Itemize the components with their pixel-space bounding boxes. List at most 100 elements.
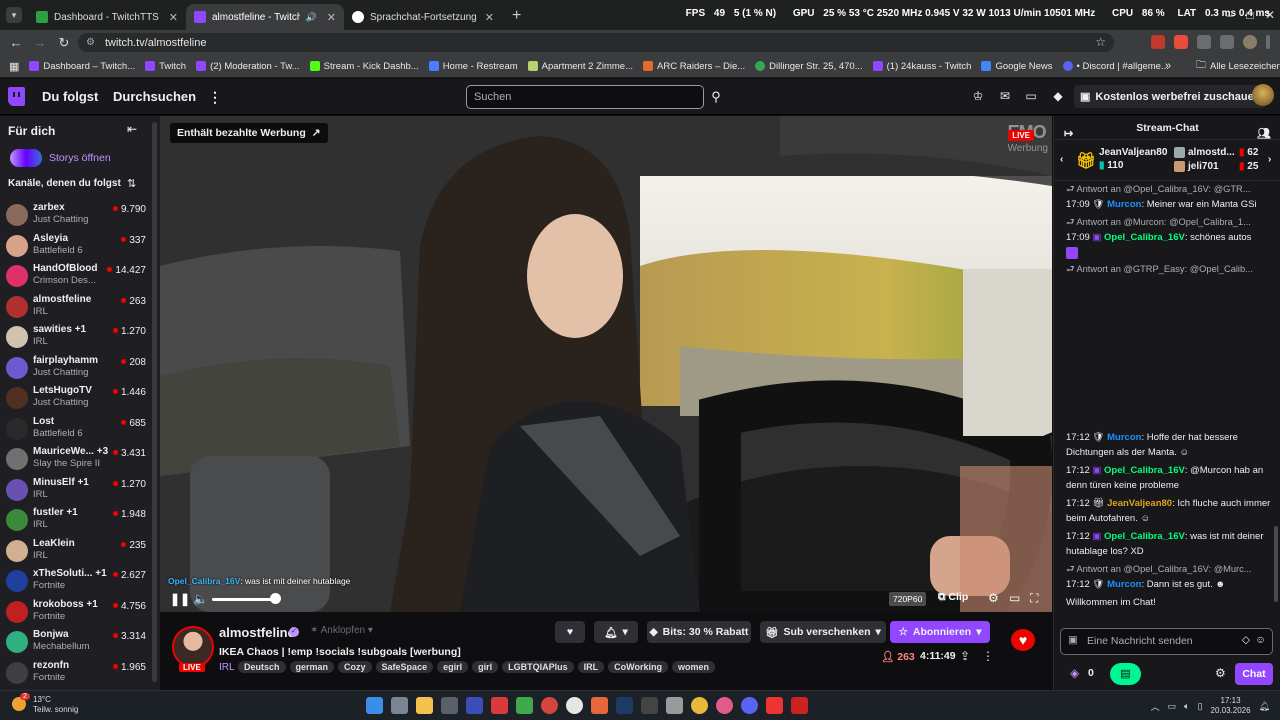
followed-channel[interactable]: Bonjwa Mechabellum 3.314 <box>6 629 146 660</box>
bookmark-item[interactable]: (1) 24kauss - Twitch <box>872 61 971 72</box>
followed-channel[interactable]: fairplayhamm Just Chatting 208 <box>6 355 146 386</box>
bookmark-item[interactable]: Stream - Kick Dashb... <box>309 61 419 72</box>
url-field[interactable]: ⚙ twitch.tv/almostfeline ☆ <box>78 33 1114 52</box>
chat-settings-icon[interactable]: ⚙ <box>1215 666 1226 680</box>
stream-tag[interactable]: SafeSpace <box>375 661 434 673</box>
start-icon[interactable] <box>366 697 383 714</box>
stories-button[interactable]: Storys öffnen <box>8 147 111 169</box>
bookmark-item[interactable]: Apartment 2 Zimme... <box>527 61 633 72</box>
obs-icon[interactable] <box>566 697 583 714</box>
bookmark-item[interactable]: ARC Raiders – Die... <box>643 61 745 72</box>
forward-icon[interactable]: → <box>28 35 52 50</box>
search-input[interactable]: Suchen <box>466 85 704 109</box>
search-icon[interactable]: ⚲ <box>704 85 728 109</box>
followed-channel[interactable]: rezonfn Fortnite 1.965 <box>6 660 146 691</box>
chat-input[interactable]: ▣ Eine Nachricht senden ◇ ☺ <box>1060 628 1273 655</box>
close-icon[interactable]: ✕ <box>169 11 178 24</box>
app-icon[interactable] <box>541 697 558 714</box>
close-icon[interactable]: ✕ <box>485 11 494 24</box>
pause-icon[interactable]: ❚❚ <box>170 592 190 606</box>
bookmark-item[interactable]: Google News <box>981 61 1053 72</box>
site-info-icon[interactable]: ⚙ <box>86 37 95 48</box>
bits-icon[interactable]: ◆ <box>1051 89 1065 103</box>
fullscreen-icon[interactable]: ⛶ <box>1030 591 1038 606</box>
chrome-icon[interactable] <box>691 697 708 714</box>
followed-channel[interactable]: almostfeline IRL 263 <box>6 294 146 325</box>
bookmark-star-icon[interactable]: ☆ <box>1095 35 1106 49</box>
apps-icon[interactable]: ▦ <box>9 60 19 73</box>
followed-channel[interactable]: MinusElf +1 IRL 1.270 <box>6 477 146 508</box>
stream-tag[interactable]: egirl <box>437 661 469 673</box>
nav-following[interactable]: Du folgst <box>42 89 98 104</box>
stream-category[interactable]: IRL <box>219 662 235 673</box>
followed-channel[interactable]: LeaKlein IRL 235 <box>6 538 146 569</box>
scrollbar-thumb[interactable] <box>152 122 157 682</box>
followed-channel[interactable]: HandOfBlood Crimson Des... 14.427 <box>6 263 146 294</box>
twitch-logo-icon[interactable] <box>8 87 25 106</box>
more-options-icon[interactable]: ⋮ <box>982 649 994 663</box>
bookmark-item[interactable]: Twitch <box>145 61 186 72</box>
message-user[interactable]: Murcon <box>1107 579 1141 590</box>
chevron-right-icon[interactable]: › <box>1268 154 1271 165</box>
followed-channel[interactable]: krokoboss +1 Fortnite 4.756 <box>6 599 146 630</box>
volume-knob[interactable] <box>270 593 281 604</box>
notifications-icon[interactable]: 🔔︎ <box>1259 701 1270 712</box>
followed-channel[interactable]: zarbex Just Chatting 9.790 <box>6 202 146 233</box>
speaker-icon[interactable]: 🔊 <box>306 12 317 23</box>
streamer-name[interactable]: almostfeline <box>219 625 295 640</box>
followed-channel[interactable]: Asleyia Battlefield 6 337 <box>6 233 146 264</box>
steam-icon[interactable] <box>616 697 633 714</box>
clip-button[interactable]: ⧉ Clip <box>938 591 968 604</box>
stream-tag[interactable]: girl <box>472 661 499 673</box>
message-user[interactable]: JeanValjean80 <box>1107 498 1172 509</box>
followed-channel[interactable]: MauriceWe... +3 Slay the Spire II 3.431 <box>6 446 146 477</box>
volume-slider[interactable] <box>212 598 274 601</box>
extension-icon[interactable] <box>1174 35 1188 49</box>
bookmark-item[interactable]: Dashboard – Twitch... <box>29 61 135 72</box>
scrollbar-thumb[interactable] <box>1274 526 1278 602</box>
message-user[interactable]: Opel_Calibra_16V <box>1104 465 1185 476</box>
network-icon[interactable]: ▭ <box>1168 701 1177 712</box>
leaderboard-name[interactable]: almostd... <box>1188 147 1235 158</box>
close-window-icon[interactable]: ✕ <box>1260 0 1280 30</box>
file-explorer-icon[interactable] <box>416 697 433 714</box>
weather-widget[interactable]: 13°C Teilw. sonnig <box>33 695 78 715</box>
subscribe-button[interactable]: ☆ Abonnieren ▾ <box>890 621 990 643</box>
back-icon[interactable]: ← <box>4 35 28 50</box>
vegas-icon[interactable] <box>466 697 483 714</box>
profile-icon[interactable] <box>1243 35 1257 49</box>
tab-search-icon[interactable]: ▾ <box>6 7 22 23</box>
channel-points-icon[interactable]: ◈ <box>1070 666 1079 680</box>
battery-icon[interactable]: ▯ <box>1198 701 1203 712</box>
user-avatar[interactable] <box>1252 84 1274 106</box>
system-clock[interactable]: 17:13 20.03.2026 <box>1211 696 1251 716</box>
gift-sub-button[interactable]: 🎁︎ Sub verschenken ▾ <box>760 621 886 643</box>
adfree-button[interactable]: ▣ Kostenlos werbefrei zuschauen <box>1074 85 1267 108</box>
browser-tab[interactable]: Sprachchat-Fortsetzung und K ✕ <box>344 4 502 30</box>
collapse-sidebar-icon[interactable]: ⇤ <box>127 122 137 136</box>
mouse-app-icon[interactable] <box>441 697 458 714</box>
volume-tray-icon[interactable]: 🔈︎ <box>1184 701 1189 712</box>
volume-icon[interactable]: 🔈 <box>193 592 208 606</box>
message-user[interactable]: Murcon <box>1107 199 1141 210</box>
maximize-icon[interactable]: □ <box>1240 0 1260 30</box>
new-tab-button[interactable]: + <box>512 7 521 25</box>
more-menu-icon[interactable]: ⋮ <box>208 89 222 106</box>
followed-channel[interactable]: sawities +1 IRL 1.270 <box>6 324 146 355</box>
followed-channel[interactable]: Lost Battlefield 6 685 <box>6 416 146 447</box>
followed-channel[interactable]: LetsHugoTV Just Chatting 1.446 <box>6 385 146 416</box>
bits-discount-button[interactable]: ◆ Bits: 30 % Rabatt <box>647 621 751 643</box>
bookmark-item[interactable]: Home - Restream <box>428 61 518 72</box>
app-icon[interactable] <box>666 697 683 714</box>
settings-icon[interactable]: ⚙ <box>988 591 999 605</box>
video-player[interactable]: Enthält bezahlte Werbung ↗ EMO Werbung L… <box>160 116 1052 612</box>
tray-chevron-icon[interactable]: ︿ <box>1151 700 1160 713</box>
paid-ad-badge[interactable]: Enthält bezahlte Werbung ↗ <box>170 123 328 143</box>
theatre-mode-icon[interactable]: ▭ <box>1009 591 1020 605</box>
reload-icon[interactable]: ↻ <box>52 35 76 51</box>
minimize-icon[interactable]: – <box>1220 0 1240 30</box>
stream-tag[interactable]: CoWorking <box>608 661 668 673</box>
quality-badge[interactable]: 720P60 <box>889 592 927 606</box>
bonus-chest-icon[interactable]: ▤ <box>1110 663 1141 685</box>
bookmark-item[interactable]: • Discord | #allgeme... <box>1062 61 1169 72</box>
